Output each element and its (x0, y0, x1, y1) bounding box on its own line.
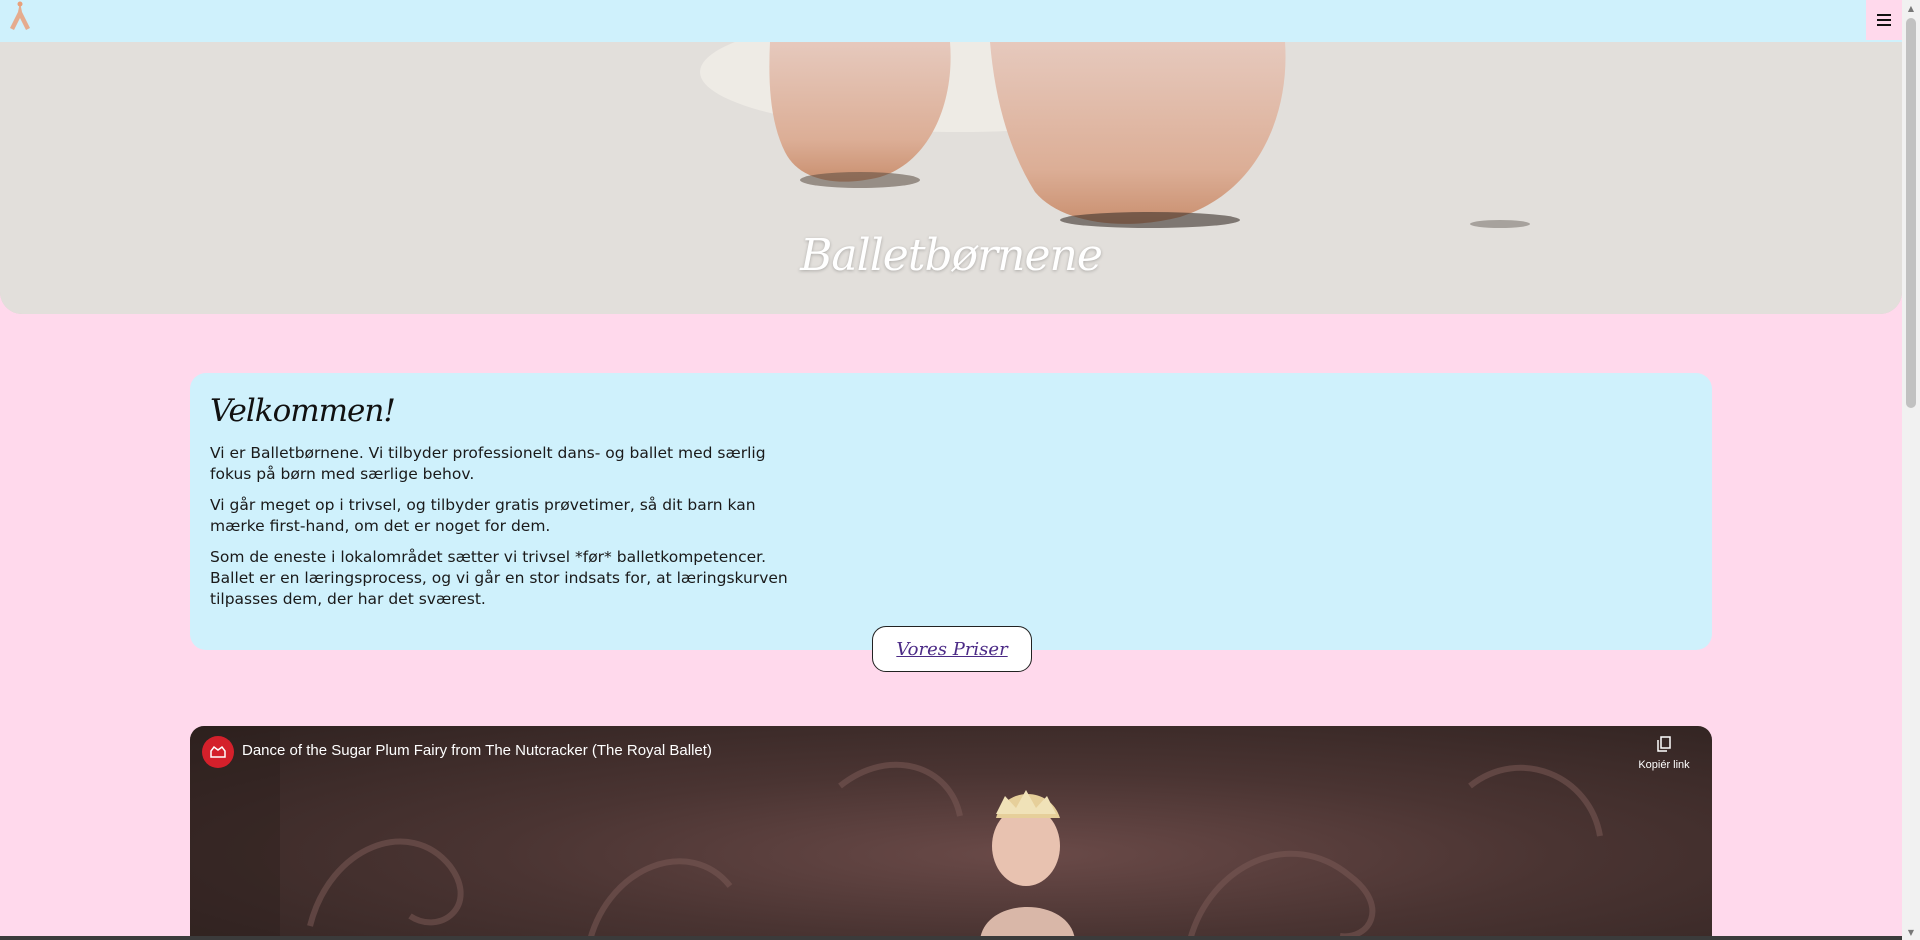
video-embed[interactable]: Dance of the Sugar Plum Fairy from The N… (190, 726, 1712, 940)
hero-banner: Balletbørnene (0, 42, 1902, 314)
copy-link-label: Kopiér link (1638, 759, 1690, 771)
ballerina-logo-icon[interactable] (6, 0, 34, 34)
top-navigation-bar (0, 0, 1902, 42)
menu-button[interactable] (1866, 0, 1902, 40)
hamburger-icon (1877, 11, 1891, 30)
channel-avatar[interactable] (202, 736, 234, 768)
hero-title: Balletbørnene (800, 230, 1103, 281)
scroll-thumb[interactable] (1906, 18, 1916, 408)
welcome-paragraph: Vi går meget op i trivsel, og tilbyder g… (210, 496, 756, 535)
page-scrollbar[interactable]: ▲ ▼ (1902, 0, 1920, 940)
bottom-strip (0, 936, 1902, 940)
copy-icon (1634, 736, 1694, 755)
copy-link-button[interactable]: Kopiér link (1634, 736, 1694, 771)
welcome-card: Velkommen! Vi er Balletbørnene. Vi tilby… (190, 373, 1712, 650)
scroll-up-arrow-icon[interactable]: ▲ (1902, 0, 1920, 16)
scroll-down-arrow-icon[interactable]: ▼ (1902, 924, 1920, 940)
welcome-title: Velkommen! (210, 393, 396, 429)
welcome-paragraph: Vi er Balletbørnene. Vi tilbyder profess… (210, 444, 766, 483)
welcome-paragraph: Som de eneste i lokalområdet sætter vi t… (210, 548, 788, 608)
video-title[interactable]: Dance of the Sugar Plum Fairy from The N… (242, 742, 712, 759)
prices-button[interactable]: Vores Priser (872, 626, 1032, 672)
